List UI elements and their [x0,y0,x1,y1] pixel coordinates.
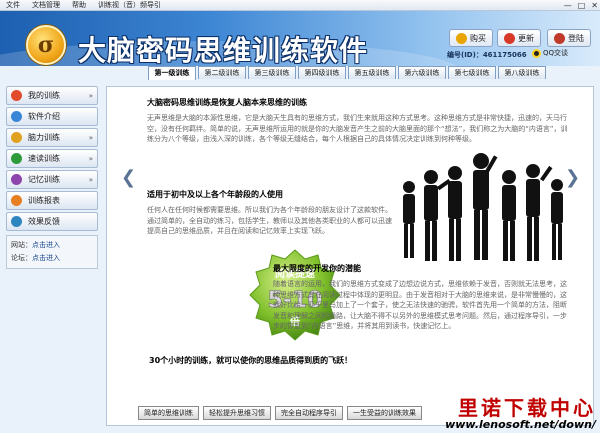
watermark-title: 里诺下载中心 [458,396,596,420]
sidebar-item-report[interactable]: 训练报表 [6,191,98,210]
download-site-watermark: 里诺下载中心 www.lenosoft.net/down/ [445,398,596,431]
sidebar-item-label: 我的训练 [28,91,60,100]
tab-level-2[interactable]: 第二级训练 [198,66,246,79]
section-2-text: 任何人在任何时候都需要思维。所以我们为各个年龄段的朋友设计了这款软件。通过简单的… [147,206,392,235]
user-id: 编号(ID)：461175066 [447,51,527,59]
feedback-icon [11,216,22,227]
sidebar-item-label: 记忆训练 [28,175,60,184]
chevron-icon: » [88,133,93,142]
tab-level-8[interactable]: 第八级训练 [498,66,546,79]
close-button[interactable]: ✕ [591,0,598,11]
info-icon [11,111,22,122]
section-3-text: 随着语言的运用，我们的思维方式变成了边想边说方式，思维依赖于发音，否则就无法思考… [273,280,567,330]
feature-button-habit[interactable]: 轻松提升思维习惯 [203,406,271,420]
speed-icon [11,153,22,164]
level-tabs: 第一级训练 第二级训练 第三级训练 第四级训练 第五级训练 第六级训练 第七级训… [148,66,546,80]
sidebar-item-my-training[interactable]: 我的训练 » [6,86,98,105]
feature-button-simple[interactable]: 简单的思维训练 [138,406,199,420]
sidebar-item-speed-reading[interactable]: 速读训练 » [6,149,98,168]
section-1-text: 无声思维是大脑的本源性思维，它是大脑天生具有的思维方式，我们生来就用这种方式思考… [147,114,568,143]
qq-icon [532,48,541,58]
menu-docs[interactable]: 文档管理 [26,0,66,11]
logo-glyph: σ [37,32,55,58]
sidebar-item-label: 软件介绍 [28,112,60,121]
brain-icon [11,132,22,143]
update-button[interactable]: 更新 [497,29,541,47]
buy-label: 购买 [470,33,486,43]
tab-level-4[interactable]: 第四级训练 [298,66,346,79]
business-people-silhouettes [403,153,563,261]
section-2: 适用于初中及以上各个年龄段的人使用 任何人在任何时候都需要思维。所以我们为各个年… [147,189,392,237]
training-slogan: 30个小时的训练，就可以使你的思维品质得到质的飞跃！ [149,356,353,365]
sidebar-item-brain-training[interactable]: 脑力训练 » [6,128,98,147]
sidebar-item-intro[interactable]: 软件介绍 [6,107,98,126]
report-icon [11,195,22,206]
qq-label: QQ交谈 [543,49,569,57]
update-label: 更新 [518,33,534,43]
tab-level-1[interactable]: 第一级训练 [148,66,196,80]
menu-video-guide[interactable]: 训练视（音）频导引 [92,0,167,11]
forum-link[interactable]: 点击进入 [32,254,60,262]
menu-file[interactable]: 文件 [0,0,26,11]
tab-level-3[interactable]: 第三级训练 [248,66,296,79]
login-label: 登陆 [568,33,584,43]
chevron-icon: » [88,175,93,184]
intro-panel: ❮ ❯ 大脑密码思维训练是恢复人脑本来思维的训练 无声思维是大脑的本源性思维，它… [106,86,594,426]
tab-level-7[interactable]: 第七级训练 [448,66,496,79]
train-icon [11,90,22,101]
minimize-button[interactable]: — [564,0,572,11]
feature-button-lifetime[interactable]: 一生受益的训练效果 [347,406,422,420]
website-link-row: 网站：点击进入 [11,239,93,252]
qq-chat-link[interactable]: QQ交谈 [532,48,568,58]
forum-link-label: 论坛： [11,254,32,262]
maximize-button[interactable]: □ [578,0,586,11]
website-link[interactable]: 点击进入 [32,241,60,249]
chevron-icon: » [88,91,93,100]
window-controls: — □ ✕ [564,0,598,11]
tab-level-6[interactable]: 第六级训练 [398,66,446,79]
feature-button-auto-guide[interactable]: 完全自动程序导引 [275,406,343,420]
sidebar-item-label: 训练报表 [28,196,60,205]
watermark-url: www.lenosoft.net/down/ [445,418,596,431]
sidebar-item-memory-training[interactable]: 记忆训练 » [6,170,98,189]
forum-link-row: 论坛：点击进入 [11,252,93,265]
memory-icon [11,174,22,185]
app-logo: σ [26,25,66,65]
tab-level-5[interactable]: 第五级训练 [348,66,396,79]
sidebar-item-label: 脑力训练 [28,133,60,142]
feature-buttons: 简单的思维训练 轻松提升思维习惯 完全自动程序导引 一生受益的训练效果 [138,406,422,420]
section-3: 最大限度的开发你的潜能 随着语言的运用，我们的思维方式变成了边想边说方式，思维依… [273,263,569,332]
cart-icon [456,32,467,44]
chevron-icon: » [88,154,93,163]
sidebar: 我的训练 » 软件介绍 脑力训练 » 速读训练 » 记忆训练 » 训练报表 效果… [6,86,98,269]
section-2-heading: 适用于初中及以上各个年龄段的人使用 [147,190,283,199]
app-title: 大脑密码思维训练软件 [78,34,369,66]
menu-help[interactable]: 帮助 [66,0,92,11]
buy-button[interactable]: 购买 [449,29,493,47]
menu-bar: 文件 文档管理 帮助 训练视（音）频导引 — □ ✕ [0,0,600,11]
prev-arrow-icon[interactable]: ❮ [121,167,136,188]
refresh-icon [504,32,515,44]
login-icon [554,32,565,44]
section-1-heading: 大脑密码思维训练是恢复人脑本来思维的训练 [147,98,307,107]
sidebar-item-label: 速读训练 [28,154,60,163]
sidebar-item-feedback[interactable]: 效果反馈 [6,212,98,231]
login-button[interactable]: 登陆 [547,29,591,47]
section-1: 大脑密码思维训练是恢复人脑本来思维的训练 无声思维是大脑的本源性思维，它是大脑天… [147,97,569,145]
website-link-label: 网站： [11,241,32,249]
sidebar-links: 网站：点击进入 论坛：点击进入 [6,235,98,269]
section-3-heading: 最大限度的开发你的潜能 [273,264,361,273]
sidebar-item-label: 效果反馈 [28,217,60,226]
